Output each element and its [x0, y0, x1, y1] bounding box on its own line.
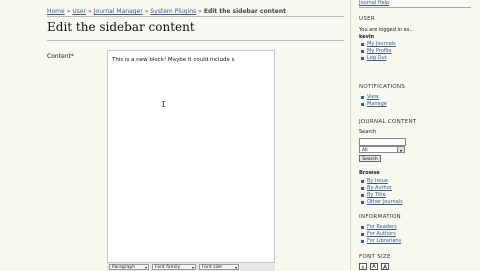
font-size-heading: FONT SIZE — [359, 254, 391, 260]
bullet-icon — [361, 233, 364, 236]
notifications-view-link[interactable]: View — [367, 94, 379, 100]
breadcrumb-current: Edit the sidebar content — [203, 8, 286, 15]
log-out-link[interactable]: Log Out — [367, 55, 387, 61]
page-title: Edit the sidebar content — [47, 20, 195, 34]
user-heading: USER — [359, 16, 376, 22]
breadcrumb-separator: » — [144, 8, 149, 15]
font-size-medium-button[interactable]: A — [370, 263, 378, 270]
font-family-select-value: Font family — [155, 265, 181, 270]
chevron-down-icon: ▾ — [397, 147, 404, 153]
font-size-select-value: Font size — [202, 265, 222, 270]
search-input[interactable] — [359, 138, 406, 146]
breadcrumb-separator: » — [66, 8, 71, 15]
chevron-down-icon: ▾ — [144, 265, 147, 270]
for-readers-link[interactable]: For Readers — [367, 224, 397, 230]
content-label: Content* — [47, 53, 74, 60]
chevron-down-icon: ▾ — [234, 265, 237, 270]
text-cursor-icon: I — [161, 100, 166, 109]
bullet-icon — [361, 96, 364, 99]
breadcrumb-user[interactable]: User — [72, 8, 86, 15]
username: kevin — [359, 34, 375, 40]
bullet-icon — [361, 57, 364, 60]
browse-by-title-link[interactable]: By Title — [367, 192, 386, 198]
search-scope-value: All — [362, 148, 368, 153]
breadcrumb-separator: » — [198, 8, 202, 15]
bullet-icon — [361, 43, 364, 46]
bullet-icon — [361, 180, 364, 183]
notifications-heading: NOTIFICATIONS — [359, 84, 406, 90]
font-size-large-button[interactable]: A — [381, 263, 389, 271]
editor-text[interactable]: This is a new block! Maybe it could incl… — [112, 57, 235, 63]
divider — [359, 7, 471, 8]
chevron-down-icon: ▾ — [191, 265, 194, 270]
bullet-icon — [361, 50, 364, 53]
breadcrumb: Home» User» Journal Manager» System Plugins… — [47, 8, 286, 15]
bullet-icon — [361, 226, 364, 229]
bullet-icon — [361, 103, 364, 106]
breadcrumb-system-plugins[interactable]: System Plugins — [150, 8, 196, 15]
browse-by-issue-link[interactable]: By Issue — [367, 178, 388, 184]
font-size-small-button[interactable]: A — [359, 263, 367, 270]
breadcrumb-separator: » — [88, 8, 92, 15]
search-label: Search — [359, 129, 377, 135]
browse-label: Browse — [359, 170, 380, 176]
format-select[interactable]: Paragraph ▾ — [109, 264, 149, 270]
my-journals-link[interactable]: My Journals — [367, 41, 396, 47]
font-family-select[interactable]: Font family ▾ — [152, 264, 196, 270]
my-profile-link[interactable]: My Profile — [367, 48, 391, 54]
divider — [47, 40, 344, 41]
font-size-select[interactable]: Font size ▾ — [199, 264, 239, 270]
journal-content-heading: JOURNAL CONTENT — [359, 119, 417, 125]
sidebar: Journal Help USER You are logged in as..… — [351, 0, 480, 271]
bullet-icon — [361, 194, 364, 197]
journal-help-link[interactable]: Journal Help — [359, 0, 389, 6]
browse-by-author-link[interactable]: By Author — [367, 185, 392, 191]
divider — [47, 16, 344, 17]
other-journals-link[interactable]: Other Journals — [367, 199, 403, 205]
bullet-icon — [361, 201, 364, 204]
rich-text-editor[interactable]: This is a new block! Maybe it could incl… — [107, 50, 275, 264]
breadcrumb-home[interactable]: Home — [47, 8, 65, 15]
breadcrumb-journal-manager[interactable]: Journal Manager — [94, 8, 143, 15]
search-scope-select[interactable]: All ▾ — [359, 146, 405, 153]
information-heading: INFORMATION — [359, 214, 401, 220]
main-content: Home» User» Journal Manager» System Plugins… — [0, 0, 351, 271]
search-button[interactable]: Search — [359, 155, 381, 162]
for-librarians-link[interactable]: For Librarians — [367, 238, 401, 244]
notifications-manage-link[interactable]: Manage — [367, 101, 387, 107]
format-select-value: Paragraph — [112, 265, 136, 270]
logged-in-text: You are logged in as... — [359, 27, 415, 33]
bullet-icon — [361, 240, 364, 243]
bullet-icon — [361, 187, 364, 190]
for-authors-link[interactable]: For Authors — [367, 231, 396, 237]
